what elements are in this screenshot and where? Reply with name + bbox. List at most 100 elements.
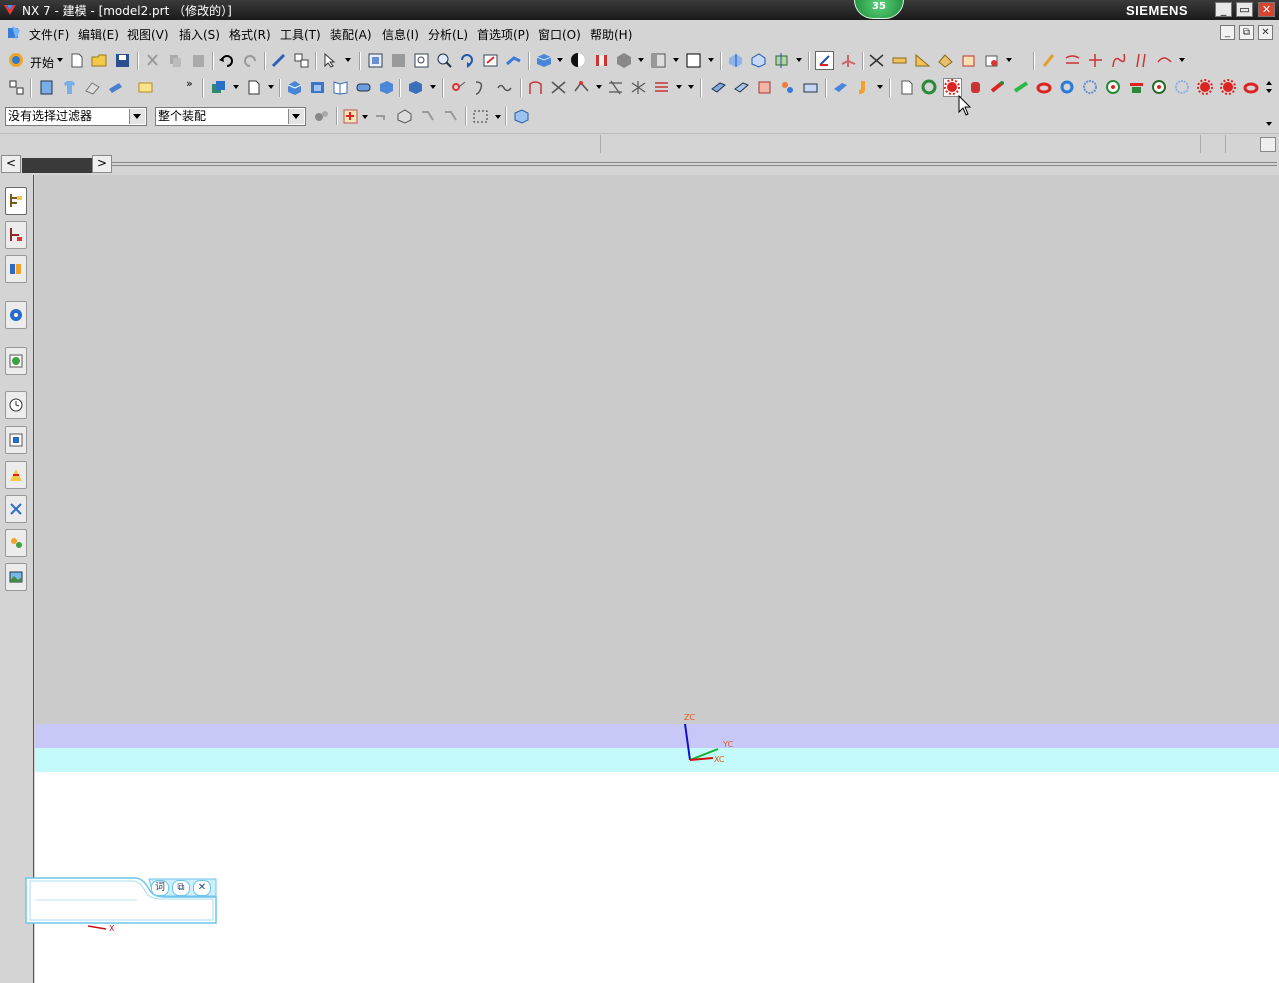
document-tab[interactable] <box>22 158 92 173</box>
menu-analysis[interactable]: 分析(L) <box>428 26 468 43</box>
restore-button[interactable]: ▭ <box>1236 2 1253 17</box>
toolbar-overflow-chevron[interactable]: » <box>186 77 193 90</box>
assembly-cube-icon[interactable] <box>513 108 530 125</box>
offset-face-icon[interactable] <box>832 79 849 96</box>
menu-format[interactable]: 格式(R) <box>229 26 271 43</box>
sketch-icon[interactable] <box>1041 52 1058 69</box>
wcs-active-icon[interactable] <box>815 51 834 70</box>
component-caret[interactable] <box>233 85 239 89</box>
fit-view-icon[interactable] <box>367 52 384 69</box>
trim-curve-icon[interactable] <box>1087 52 1104 69</box>
wave-curve-icon[interactable] <box>496 79 513 96</box>
background-icon[interactable] <box>685 52 702 69</box>
menu-file[interactable]: 文件(F) <box>29 26 69 43</box>
notification-badge[interactable]: 35 <box>854 0 904 19</box>
gears-icon[interactable] <box>313 108 330 125</box>
close-button[interactable]: ✕ <box>1258 2 1275 17</box>
selection-filter-dropdown[interactable]: 没有选择过滤器 <box>5 107 147 126</box>
ring-red-icon[interactable] <box>1036 79 1053 96</box>
copy-icon[interactable] <box>167 52 184 69</box>
wheel-green-icon[interactable] <box>1105 79 1122 96</box>
chevron-right-icon[interactable]: > <box>92 155 112 173</box>
ruled-caret[interactable] <box>676 85 682 89</box>
draft-icon[interactable] <box>855 79 872 96</box>
rotate-icon[interactable] <box>459 52 476 69</box>
spline-icon[interactable] <box>1110 52 1127 69</box>
background-caret[interactable] <box>708 58 714 62</box>
shading-icon[interactable] <box>570 52 587 69</box>
reuse-library-tab[interactable] <box>5 301 27 329</box>
book-icon[interactable] <box>38 79 55 96</box>
move-component-icon[interactable] <box>727 52 744 69</box>
boolean-caret[interactable] <box>430 85 436 89</box>
system-materials-tab[interactable] <box>5 426 27 454</box>
gear-light-icon[interactable] <box>1174 79 1191 96</box>
datum-point-icon[interactable] <box>450 79 467 96</box>
redo-icon[interactable] <box>242 52 259 69</box>
check-geometry-icon[interactable] <box>960 52 977 69</box>
part-navigator-tab[interactable] <box>5 255 27 283</box>
wheel-dark-icon[interactable] <box>1151 79 1168 96</box>
tube-icon[interactable] <box>107 79 124 96</box>
render-style-icon[interactable] <box>535 52 552 69</box>
history-tab[interactable] <box>5 391 27 419</box>
reposition-icon[interactable] <box>773 52 790 69</box>
menu-insert[interactable]: 插入(S) <box>179 26 220 43</box>
gear-outline-icon[interactable] <box>1082 79 1099 96</box>
nx-menu-icon[interactable] <box>6 25 22 41</box>
panel-word-button[interactable]: 词 <box>151 880 169 896</box>
sheet-caret[interactable] <box>268 85 274 89</box>
component-icon[interactable] <box>210 79 227 96</box>
selection-bar-caret[interactable] <box>1266 122 1272 126</box>
boolean-icon[interactable] <box>407 79 424 96</box>
full-screen-icon[interactable] <box>1260 137 1276 152</box>
menu-edit[interactable]: 编辑(E) <box>78 26 119 43</box>
perspective-icon[interactable] <box>505 52 522 69</box>
palettes-tab[interactable] <box>5 563 27 591</box>
shirt-icon[interactable] <box>61 79 78 96</box>
new-file-icon[interactable] <box>68 52 85 69</box>
window-layout-icon[interactable] <box>293 52 310 69</box>
toolbar-scroll-up[interactable] <box>1266 81 1272 85</box>
return-icon[interactable] <box>372 108 389 125</box>
cut-icon[interactable] <box>144 52 161 69</box>
roles-tab[interactable] <box>5 461 27 489</box>
shell-icon[interactable] <box>802 79 819 96</box>
process-studio-tab[interactable] <box>5 495 27 523</box>
sprocket-red2-icon[interactable] <box>1220 79 1237 96</box>
curve-icon[interactable] <box>1064 52 1081 69</box>
block-icon[interactable] <box>378 79 395 96</box>
shaft-red-icon[interactable] <box>990 79 1007 96</box>
hexagon-icon[interactable] <box>616 52 633 69</box>
swept-icon[interactable] <box>573 79 590 96</box>
toolbar-scroll-down[interactable] <box>1266 89 1272 93</box>
start-icon[interactable] <box>8 52 25 69</box>
open-book-icon[interactable] <box>332 79 349 96</box>
repeat-command-icon[interactable] <box>270 52 287 69</box>
zoom-window-icon[interactable] <box>390 52 407 69</box>
solid-body-icon[interactable] <box>396 108 413 125</box>
analysis-caret[interactable] <box>1006 58 1012 62</box>
gear-stack-icon[interactable] <box>1128 79 1145 96</box>
doc-restore-button[interactable]: ⧉ <box>1239 25 1254 40</box>
extrude-icon[interactable] <box>286 79 303 96</box>
menu-preferences[interactable]: 首选项(P) <box>477 26 530 43</box>
render-style-caret[interactable] <box>557 58 563 62</box>
paste-icon[interactable] <box>190 52 207 69</box>
chevron-down-icon[interactable] <box>129 109 145 124</box>
snap-point-caret[interactable] <box>362 115 368 119</box>
revolve-icon[interactable] <box>309 79 326 96</box>
sheet-icon[interactable] <box>245 79 262 96</box>
feature-edge-icon[interactable] <box>442 108 459 125</box>
bridge-curve-icon[interactable] <box>1156 52 1173 69</box>
blend-icon[interactable] <box>710 79 727 96</box>
reposition-caret[interactable] <box>796 58 802 62</box>
zoom-icon[interactable] <box>436 52 453 69</box>
feature-set-icon[interactable] <box>137 79 154 96</box>
shaft-green-icon[interactable] <box>1013 79 1030 96</box>
menu-tools[interactable]: 工具(T) <box>280 26 321 43</box>
menu-assembly[interactable]: 装配(A) <box>330 26 372 43</box>
page-icon[interactable] <box>898 79 915 96</box>
chain-ring-icon[interactable] <box>1243 79 1260 96</box>
ring-blue-icon[interactable] <box>1059 79 1076 96</box>
